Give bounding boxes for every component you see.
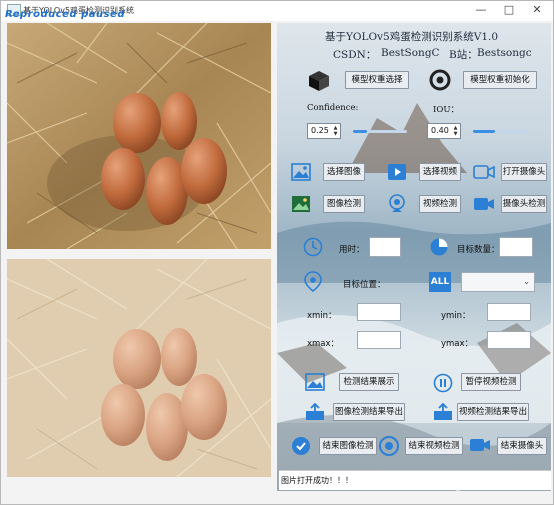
open-camera-button[interactable]: 打开摄像头 bbox=[501, 163, 547, 181]
title-bar: 基于YOLOv5鸡蛋检测识别系统 Reproduced paused — □ ✕ bbox=[1, 1, 553, 21]
spin-arrows-icon[interactable]: ▲ ▼ bbox=[332, 125, 339, 137]
csdn-value: BestSongC bbox=[381, 47, 440, 59]
init-weights-button[interactable]: 模型权重初始化 bbox=[463, 71, 537, 89]
end-video-icon bbox=[379, 436, 399, 456]
time-label: 用时： bbox=[339, 245, 365, 255]
control-panel: 基于YOLOv5鸡蛋检测识别系统V1.0 CSDN： BestSongC B站：… bbox=[277, 23, 551, 491]
count-label: 目标数量： bbox=[457, 245, 500, 255]
confidence-spinbox[interactable]: 0.25 ▲ ▼ bbox=[307, 123, 341, 139]
clock-icon bbox=[303, 237, 323, 257]
count-field bbox=[499, 237, 533, 257]
xmin-label: xmin： bbox=[307, 311, 337, 321]
xmax-label: xmax： bbox=[307, 339, 340, 349]
select-weights-button[interactable]: 模型权重选择 bbox=[345, 71, 409, 89]
iou-spinbox[interactable]: 0.40 ▲ ▼ bbox=[427, 123, 461, 139]
chevron-down-icon: ⌄ bbox=[523, 277, 530, 286]
export-image-button[interactable]: 图像检测结果导出 bbox=[333, 403, 405, 421]
show-result-button[interactable]: 检测结果展示 bbox=[339, 373, 399, 391]
eggs-result-image bbox=[7, 259, 271, 477]
end-image-detect-button[interactable]: 结束图像检测 bbox=[319, 437, 377, 455]
overlay-logo: Reproduced paused bbox=[5, 9, 125, 20]
iou-slider-fill bbox=[473, 130, 495, 133]
result-image-icon bbox=[305, 373, 325, 391]
pie-chart-icon bbox=[430, 238, 448, 256]
end-camera-icon bbox=[470, 439, 490, 451]
camera-icon bbox=[473, 165, 495, 179]
export-image-icon bbox=[306, 403, 324, 420]
maximize-button[interactable]: □ bbox=[495, 3, 523, 17]
xmin-field bbox=[357, 303, 401, 321]
pause-icon bbox=[433, 373, 453, 393]
camera-detect-button[interactable]: 摄像头检测 bbox=[501, 195, 547, 213]
confidence-label: Confidence: bbox=[307, 103, 359, 113]
pause-video-button[interactable]: 暂停视频检测 bbox=[461, 373, 521, 391]
all-targets-icon: ALL bbox=[429, 272, 451, 292]
ymax-field bbox=[487, 331, 531, 349]
camera-detect-icon bbox=[474, 198, 494, 210]
video-icon bbox=[388, 164, 406, 180]
target-select-dropdown[interactable]: ⌄ bbox=[461, 272, 535, 292]
location-pin-icon bbox=[304, 271, 322, 293]
minimize-button[interactable]: — bbox=[467, 3, 495, 17]
eggs-image bbox=[7, 23, 271, 249]
close-button[interactable]: ✕ bbox=[523, 3, 551, 17]
app-window: 基于YOLOv5鸡蛋检测识别系统 Reproduced paused — □ ✕ bbox=[0, 0, 554, 505]
ymin-label: ymin： bbox=[441, 311, 471, 321]
bilibili-label: B站： bbox=[449, 49, 478, 61]
confidence-slider[interactable] bbox=[353, 130, 407, 133]
settings-ring-icon bbox=[429, 69, 451, 91]
iou-value: 0.40 bbox=[431, 126, 449, 135]
end-image-icon bbox=[292, 437, 310, 455]
iou-slider[interactable] bbox=[473, 130, 527, 133]
webcam-icon bbox=[389, 194, 405, 212]
spin-arrows-icon[interactable]: ▲ ▼ bbox=[452, 125, 459, 137]
csdn-label: CSDN： bbox=[333, 49, 377, 61]
result-image-panel bbox=[7, 259, 271, 477]
ymin-field bbox=[487, 303, 531, 321]
select-image-button[interactable]: 选择图像 bbox=[323, 163, 365, 181]
cube-icon bbox=[309, 71, 329, 91]
image-detect-button[interactable]: 图像检测 bbox=[323, 195, 365, 213]
iou-label: IOU： bbox=[433, 105, 459, 115]
end-camera-button[interactable]: 结束摄像头 bbox=[497, 437, 547, 455]
export-video-icon bbox=[434, 403, 452, 420]
target-position-label: 目标位置： bbox=[343, 280, 386, 290]
video-detect-button[interactable]: 视频检测 bbox=[419, 195, 461, 213]
image-detect-icon bbox=[292, 196, 310, 212]
bilibili-value: Bestsongc bbox=[477, 47, 532, 59]
ymax-label: ymax： bbox=[441, 339, 474, 349]
site-watermark: @稀土掘金技术社区 bbox=[453, 481, 543, 492]
status-message: 图片打开成功！！！ bbox=[281, 476, 353, 485]
confidence-value: 0.25 bbox=[311, 126, 329, 135]
select-video-button[interactable]: 选择视频 bbox=[419, 163, 461, 181]
end-video-detect-button[interactable]: 结束视频检测 bbox=[405, 437, 463, 455]
xmax-field bbox=[357, 331, 401, 349]
time-field bbox=[369, 237, 401, 257]
export-video-button[interactable]: 视频检测结果导出 bbox=[457, 403, 529, 421]
image-icon bbox=[291, 163, 311, 181]
confidence-slider-fill bbox=[353, 130, 367, 133]
original-image-panel bbox=[7, 23, 271, 249]
app-title: 基于YOLOv5鸡蛋检测识别系统V1.0 bbox=[325, 31, 499, 43]
